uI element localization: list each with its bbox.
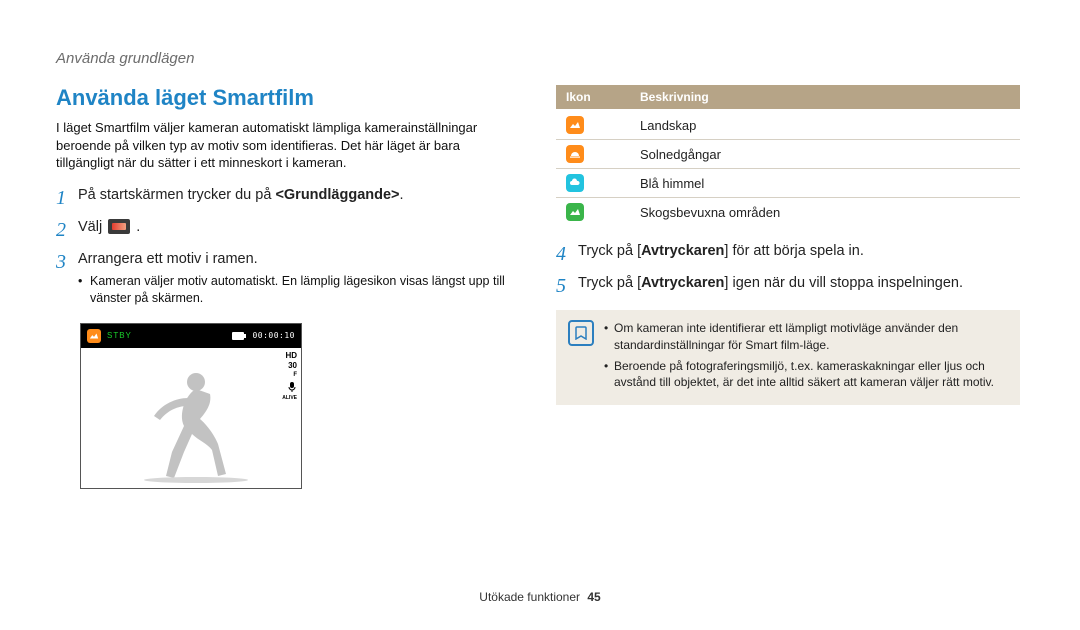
- breadcrumb: Använda grundlägen: [56, 50, 1024, 67]
- footer-page-number: 45: [587, 590, 600, 604]
- table-row: Blå himmel: [556, 169, 1020, 198]
- fps-sublabel: F: [293, 372, 297, 378]
- step-sublist: Kameran väljer motiv automatiskt. En läm…: [78, 273, 520, 307]
- landscape-mode-icon: [87, 329, 101, 343]
- th-desc: Beskrivning: [630, 85, 1020, 110]
- step-text: Välj: [78, 219, 106, 235]
- forest-icon: [566, 203, 584, 221]
- step-text: Tryck på [: [578, 275, 641, 291]
- skater-figure-icon: [126, 364, 256, 484]
- right-column: Ikon Beskrivning Landskap: [556, 85, 1020, 489]
- icon-cell: [556, 140, 630, 169]
- step-text: ] för att börja spela in.: [724, 243, 863, 259]
- step-bold: Avtryckaren: [641, 243, 724, 259]
- step-body: På startskärmen trycker du på <Grundlägg…: [78, 186, 520, 210]
- step-bold: Avtryckaren: [641, 275, 724, 291]
- step-text: På startskärmen trycker du på: [78, 187, 275, 203]
- table-row: Landskap: [556, 110, 1020, 140]
- mic-label: ALIVE: [282, 396, 297, 401]
- desc-cell: Solnedgångar: [630, 140, 1020, 169]
- preview-indicators: HD 30 F ALIVE: [282, 352, 297, 401]
- step-number: 3: [56, 250, 78, 313]
- step-3: 3 Arrangera ett motiv i ramen. Kameran v…: [56, 250, 520, 313]
- step-text: Tryck på [: [578, 243, 641, 259]
- step-body: Välj .: [78, 218, 520, 242]
- sky-icon: [566, 174, 584, 192]
- icon-cell: [556, 198, 630, 227]
- fps-indicator: 30: [288, 362, 297, 370]
- step-text: Arrangera ett motiv i ramen.: [78, 251, 258, 267]
- step-text: .: [400, 187, 404, 203]
- step-number: 5: [556, 274, 578, 298]
- preview-topbar: STBY 00:00:10: [81, 324, 301, 348]
- step-list-left: 1 På startskärmen trycker du på <Grundlä…: [56, 186, 520, 313]
- step-1: 1 På startskärmen trycker du på <Grundlä…: [56, 186, 520, 210]
- step-list-right: 4 Tryck på [Avtryckaren] för att börja s…: [556, 242, 1020, 298]
- page-footer: Utökade funktioner 45: [0, 590, 1080, 604]
- step-5: 5 Tryck på [Avtryckaren] igen när du vil…: [556, 274, 1020, 298]
- landscape-icon: [566, 116, 584, 134]
- table-row: Skogsbevuxna områden: [556, 198, 1020, 227]
- icon-cell: [556, 110, 630, 140]
- step-number: 2: [56, 218, 78, 242]
- table-row: Solnedgångar: [556, 140, 1020, 169]
- desc-cell: Blå himmel: [630, 169, 1020, 198]
- camera-preview: STBY 00:00:10 HD 30 F ALIV: [80, 323, 302, 489]
- step-text: .: [136, 219, 140, 235]
- note-item: Om kameran inte identifierar ett lämplig…: [604, 320, 1008, 354]
- desc-cell: Skogsbevuxna områden: [630, 198, 1020, 227]
- note-icon: [568, 320, 594, 346]
- page: Använda grundlägen Använda läget Smartfi…: [0, 0, 1080, 630]
- intro-paragraph: I läget Smartfilm väljer kameran automat…: [56, 119, 520, 172]
- step-body: Tryck på [Avtryckaren] igen när du vill …: [578, 274, 1020, 298]
- smartfilm-mode-icon: [108, 219, 130, 234]
- step-text: ] igen när du vill stoppa inspelningen.: [724, 275, 963, 291]
- icon-table: Ikon Beskrivning Landskap: [556, 85, 1020, 226]
- step-number: 4: [556, 242, 578, 266]
- step-bullet: Kameran väljer motiv automatiskt. En läm…: [78, 273, 520, 307]
- note-box: Om kameran inte identifierar ett lämplig…: [556, 310, 1020, 405]
- note-item: Beroende på fotograferingsmiljö, t.ex. k…: [604, 358, 1008, 392]
- content-columns: Använda läget Smartfilm I läget Smartfil…: [56, 85, 1024, 489]
- mic-icon: [287, 382, 297, 394]
- footer-label: Utökade funktioner: [479, 590, 580, 604]
- step-body: Tryck på [Avtryckaren] för att börja spe…: [578, 242, 1020, 266]
- battery-icon: [232, 332, 246, 340]
- desc-cell: Landskap: [630, 110, 1020, 140]
- left-column: Använda läget Smartfilm I läget Smartfil…: [56, 85, 520, 489]
- step-bold: <Grundläggande>: [275, 187, 399, 203]
- timecode: 00:00:10: [252, 331, 295, 340]
- step-body: Arrangera ett motiv i ramen. Kameran väl…: [78, 250, 520, 313]
- standby-label: STBY: [107, 331, 132, 340]
- table-header-row: Ikon Beskrivning: [556, 85, 1020, 110]
- section-title: Använda läget Smartfilm: [56, 85, 520, 111]
- sunset-icon: [566, 145, 584, 163]
- hd-indicator: HD: [285, 352, 297, 360]
- step-4: 4 Tryck på [Avtryckaren] för att börja s…: [556, 242, 1020, 266]
- step-2: 2 Välj .: [56, 218, 520, 242]
- th-icon: Ikon: [556, 85, 630, 110]
- icon-cell: [556, 169, 630, 198]
- preview-body: HD 30 F ALIVE: [81, 348, 301, 488]
- note-list: Om kameran inte identifierar ett lämplig…: [604, 320, 1008, 395]
- step-number: 1: [56, 186, 78, 210]
